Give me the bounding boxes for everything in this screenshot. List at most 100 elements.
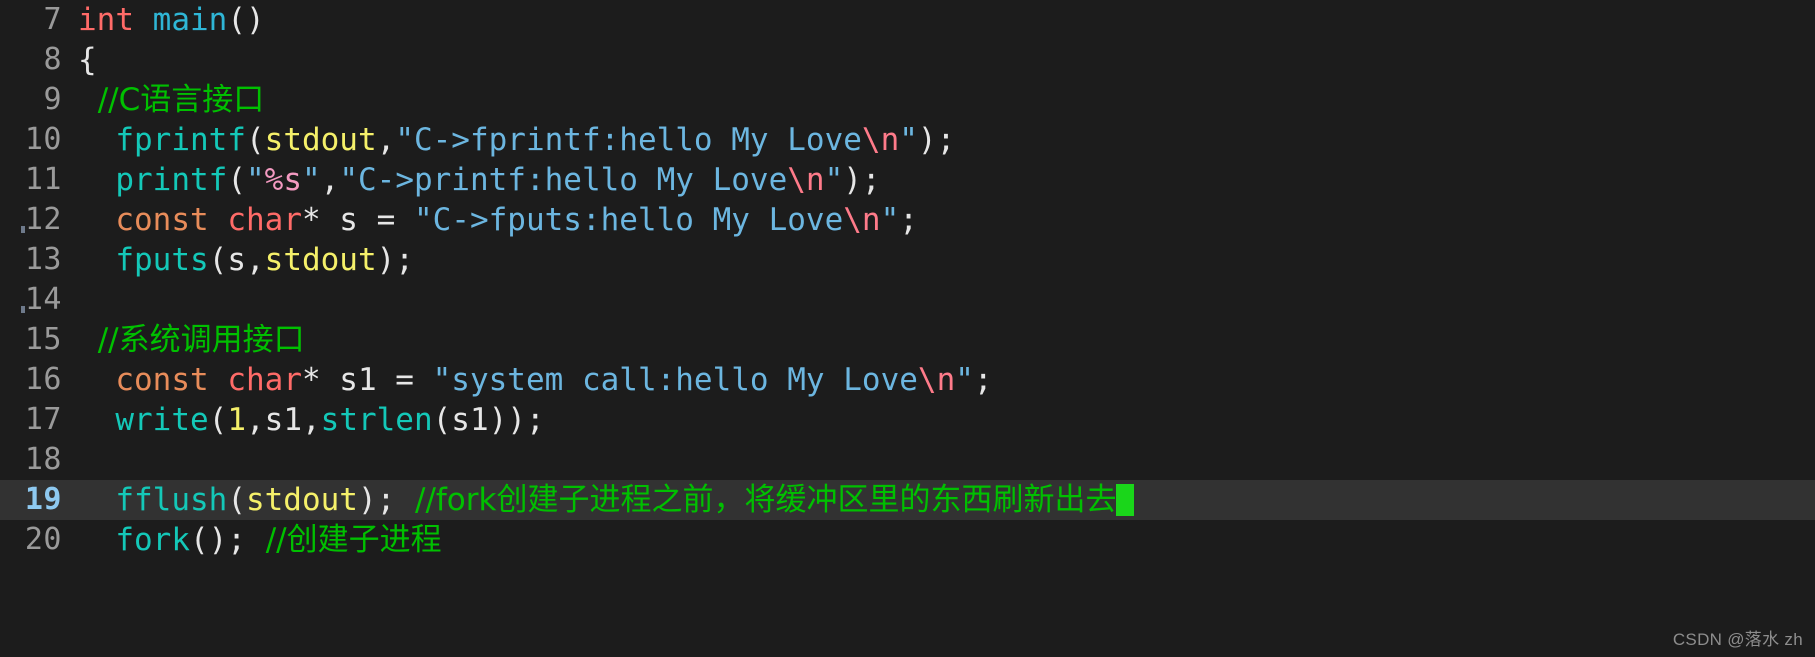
code-token: \n	[917, 362, 956, 398]
code-token: %s	[264, 162, 302, 198]
code-token: * s1 =	[301, 362, 433, 398]
code-token: ;	[973, 362, 993, 398]
code-token: "C->fputs:hello My Love	[413, 202, 844, 238]
line-number: 17	[24, 402, 62, 437]
line-number: 18	[24, 442, 62, 477]
code-token: "system call:hello My Love	[432, 362, 918, 398]
code-token: //C语言接口	[78, 82, 265, 118]
code-line[interactable]: 18	[0, 440, 1815, 480]
code-line[interactable]: 9 //C语言接口	[0, 80, 1815, 120]
code-line-content[interactable]: fflush(stdout); //fork创建子进程之前，将缓冲区里的东西刷新…	[78, 480, 1815, 520]
line-number: 10	[24, 122, 62, 157]
code-line-content[interactable]: int main()	[78, 0, 1815, 40]
code-line-content[interactable]: fputs(s,stdout);	[78, 240, 1815, 280]
code-line[interactable]: 17 write(1,s1,strlen(s1));	[0, 400, 1815, 440]
code-line[interactable]: 10 fprintf(stdout,"C->fprintf:hello My L…	[0, 120, 1815, 160]
code-token: write	[115, 402, 209, 438]
code-token: {	[78, 42, 97, 78]
code-token: stdout	[264, 242, 377, 278]
code-token: ,s1,	[246, 402, 321, 438]
code-token: stdout	[264, 122, 377, 158]
line-number: 20	[24, 522, 62, 557]
code-token: //创建子进程	[245, 522, 442, 558]
code-line-list[interactable]: 7 int main() 8{9 //C语言接口 10 fprintf(stdout,…	[0, 0, 1815, 560]
code-line-content[interactable]: //系统调用接口	[78, 320, 1815, 360]
code-token: ,	[320, 162, 340, 198]
line-number: 19	[24, 482, 62, 517]
line-number: 9	[43, 82, 62, 117]
code-token: ()	[227, 2, 265, 38]
code-line-content[interactable]: const char* s1 = "system call:hello My L…	[78, 360, 1815, 400]
code-token: main	[152, 2, 228, 38]
code-token: (s1));	[432, 402, 545, 438]
line-number: 13	[24, 242, 62, 277]
code-token: strlen	[320, 402, 433, 438]
code-token: * s =	[301, 202, 414, 238]
code-token: (	[208, 402, 228, 438]
line-number: 16	[24, 362, 62, 397]
code-token: \n	[843, 202, 881, 238]
code-line-content[interactable]: fprintf(stdout,"C->fprintf:hello My Love…	[78, 120, 1815, 160]
code-token: fork	[115, 522, 190, 558]
code-line[interactable]: 13 fputs(s,stdout);	[0, 240, 1815, 280]
code-token: const	[115, 362, 209, 398]
line-number: 7	[43, 2, 62, 37]
code-line[interactable]: 8{	[0, 40, 1815, 80]
code-token: const	[115, 202, 209, 238]
code-token: 1	[227, 402, 246, 438]
code-token: ();	[189, 522, 246, 558]
code-token: fputs	[115, 242, 209, 278]
code-line[interactable]: 19 fflush(stdout); //fork创建子进程之前，将缓冲区里的东…	[0, 480, 1815, 520]
code-token: //系统调用接口	[78, 322, 305, 358]
code-token: printf	[115, 162, 228, 198]
code-line-content[interactable]: printf("%s","C->printf:hello My Love\n")…	[78, 160, 1815, 200]
code-token: fprintf	[115, 122, 246, 158]
code-line-content[interactable]: write(1,s1,strlen(s1));	[78, 400, 1815, 440]
code-token: );	[357, 482, 396, 518]
code-line[interactable]: 11 printf("%s","C->printf:hello My Love\…	[0, 160, 1815, 200]
code-token: fflush	[115, 482, 228, 518]
code-line[interactable]: 15 //系统调用接口	[0, 320, 1815, 360]
code-token: "	[301, 162, 321, 198]
code-line-content[interactable]: fork(); //创建子进程	[78, 520, 1815, 560]
code-token: stdout	[245, 482, 358, 518]
code-token: "	[245, 162, 265, 198]
code-token: "C->printf:hello My Love	[339, 162, 788, 198]
code-line[interactable]: 12 const char* s = "C->fputs:hello My Lo…	[0, 200, 1815, 240]
code-line-content[interactable]: //C语言接口	[78, 80, 1815, 120]
code-token: "C->fprintf:hello My Love	[395, 122, 862, 158]
line-number: 8	[43, 42, 62, 77]
code-editor-pane[interactable]: 7 int main() 8{9 //C语言接口 10 fprintf(stdout,…	[0, 0, 1815, 657]
code-line[interactable]: 16 const char* s1 = "system call:hello M…	[0, 360, 1815, 400]
code-token: \n	[861, 122, 900, 158]
code-line[interactable]: 7 int main()	[0, 0, 1815, 40]
code-line-content[interactable]: {	[78, 40, 1815, 80]
line-number: 14	[24, 282, 62, 317]
code-token: "	[880, 202, 900, 238]
code-token: (s,	[208, 242, 265, 278]
code-token: ;	[899, 202, 918, 238]
code-token: "	[824, 162, 844, 198]
code-token: "	[955, 362, 974, 398]
code-line-content[interactable]: const char* s = "C->fputs:hello My Love\…	[78, 200, 1815, 240]
code-token: (	[227, 162, 246, 198]
code-token: //fork创建子进程之前，将缓冲区里的东西刷新出去	[395, 482, 1117, 518]
code-line[interactable]: 20 fork(); //创建子进程	[0, 520, 1815, 560]
code-token: (	[227, 482, 246, 518]
code-token: char	[227, 202, 302, 238]
line-number: 15	[24, 322, 62, 357]
code-token: );	[917, 122, 956, 158]
code-line[interactable]: 14	[0, 280, 1815, 320]
code-token: \n	[787, 162, 825, 198]
code-token: ,	[376, 122, 396, 158]
line-number: 12	[24, 202, 62, 237]
